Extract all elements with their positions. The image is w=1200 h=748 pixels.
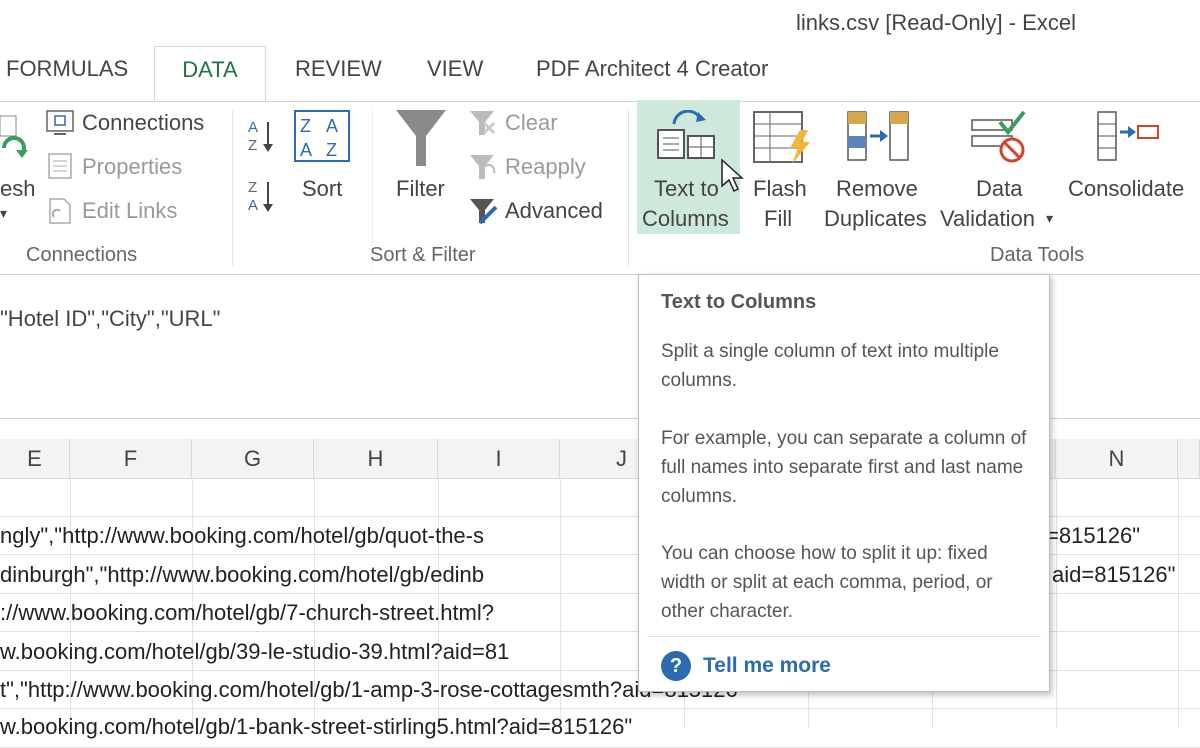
consolidate-button[interactable]: Consolidate [1068,176,1184,202]
column-header-g[interactable]: G [192,439,314,479]
tooltip-paragraph-1: Split a single column of text into multi… [661,341,999,391]
connections-button[interactable]: Connections [82,110,204,136]
data-validation-dropdown-icon[interactable]: ▾ [1046,210,1053,227]
cell-text-row1-end[interactable]: =815126" [1046,523,1140,549]
tooltip-divider [647,636,1041,637]
column-header-e[interactable]: E [0,439,70,479]
tab-pdf-architect[interactable]: PDF Architect 4 Creator [536,56,768,82]
column-header-f[interactable]: F [70,439,192,479]
edit-links-icon [49,198,71,224]
sort-a-to-z-icon[interactable]: A Z [248,118,278,154]
properties-icon [48,153,72,179]
data-validation-label-line1[interactable]: Data [976,176,1022,202]
sort-filter-group-label: Sort & Filter [370,244,476,266]
reapply-button[interactable]: Reapply [505,154,586,180]
data-tools-group-label: Data Tools [990,244,1085,266]
edit-links-button[interactable]: Edit Links [82,198,177,224]
advanced-button[interactable]: Advanced [505,198,603,224]
column-header-h[interactable]: H [314,439,438,479]
sort-button[interactable]: Sort [302,176,342,202]
tell-me-more-link[interactable]: Tell me more [703,654,831,678]
remove-duplicates-icon[interactable] [846,110,912,162]
filter-icon[interactable] [394,108,448,170]
svg-text:Z: Z [248,137,257,154]
svg-text:A: A [300,140,312,160]
clear-button[interactable]: Clear [505,110,558,136]
cell-text-row6[interactable]: w.booking.com/hotel/gb/1-bank-street-sti… [0,714,632,740]
tooltip-paragraph-2: For example, you can separate a column o… [661,428,1027,507]
cell-text-row2[interactable]: dinburgh","http://www.booking.com/hotel/… [0,562,484,588]
tab-review[interactable]: REVIEW [295,56,382,82]
reapply-icon [470,155,496,179]
svg-text:Z: Z [248,179,257,196]
connections-icon [46,110,74,135]
group-separator-2 [628,110,629,266]
connections-group-label: Connections [26,244,138,266]
svg-text:A: A [326,116,338,136]
text-to-columns-tooltip: Text to Columns Split a single column of… [638,274,1050,692]
svg-text:Z: Z [300,116,311,136]
refresh-dropdown-icon[interactable]: ▾ [0,205,7,222]
properties-button[interactable]: Properties [82,154,182,180]
mouse-cursor-icon [721,158,744,193]
svg-text:A: A [248,119,258,136]
tooltip-paragraph-3: You can choose how to split it up: fixed… [661,543,993,622]
cell-text-row4[interactable]: w.booking.com/hotel/gb/39-le-studio-39.h… [0,639,509,665]
cell-text-row3[interactable]: ://www.booking.com/hotel/gb/7-church-str… [0,600,494,626]
sort-icon[interactable]: Z A A Z [294,110,350,162]
refresh-all-label[interactable]: esh [0,176,35,202]
advanced-filter-icon [470,199,498,225]
refresh-all-icon[interactable] [0,112,30,172]
subgroup-separator [372,110,373,266]
consolidate-icon[interactable] [1096,110,1162,162]
data-validation-icon[interactable] [970,110,1030,164]
column-header-n[interactable]: N [1056,439,1178,479]
data-validation-label-line2[interactable]: Validation [940,206,1035,232]
tab-formulas[interactable]: FORMULAS [6,56,128,82]
remove-duplicates-label-line2[interactable]: Duplicates [824,206,927,232]
cell-text-row5[interactable]: t","http://www.booking.com/hotel/gb/1-am… [0,677,746,703]
svg-text:A: A [248,197,258,214]
sort-z-to-a-icon[interactable]: Z A [248,178,278,214]
clear-filter-icon [470,111,496,135]
tab-data-label: DATA [182,57,238,82]
cell-text-row2-end[interactable]: aid=815126" [1052,562,1175,588]
flash-fill-icon[interactable] [752,110,814,166]
formula-bar-value[interactable]: "Hotel ID","City","URL" [0,306,220,332]
svg-text:Z: Z [326,140,337,160]
filter-button[interactable]: Filter [396,176,445,202]
text-to-columns-label-line1: Text to [654,176,719,201]
text-to-columns-icon [657,110,715,159]
flash-fill-label-line2[interactable]: Fill [764,206,792,232]
column-header-o[interactable] [1178,439,1200,479]
flash-fill-label-line1[interactable]: Flash [753,176,807,202]
help-icon[interactable]: ? [661,651,691,681]
cell-text-row1[interactable]: ngly","http://www.booking.com/hotel/gb/q… [0,523,484,549]
remove-duplicates-label-line1[interactable]: Remove [836,176,918,202]
text-to-columns-label-line2: Columns [642,206,729,231]
column-header-i[interactable]: I [438,439,560,479]
window-title: links.csv [Read-Only] - Excel [796,10,1076,35]
tab-view[interactable]: VIEW [427,56,483,82]
tooltip-title: Text to Columns [661,291,817,313]
group-separator [232,110,233,266]
tab-data[interactable]: DATA [154,46,266,102]
